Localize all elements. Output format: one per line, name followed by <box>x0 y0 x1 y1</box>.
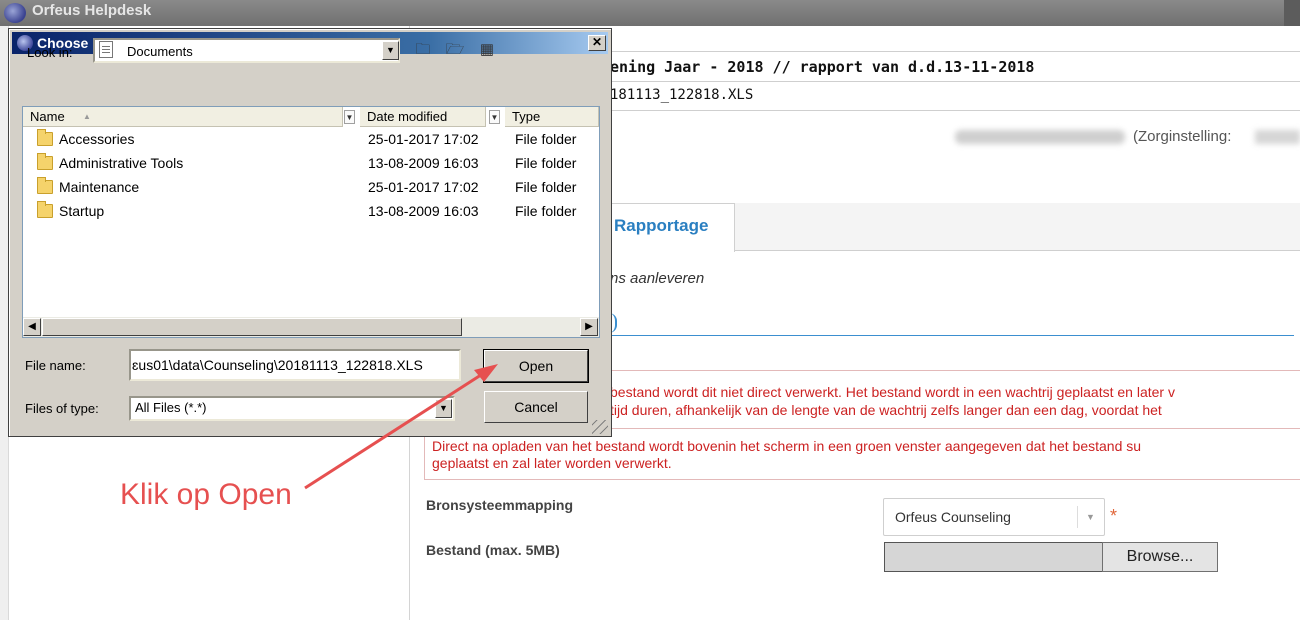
notice-line-1: bestand wordt dit niet direct verwerkt. … <box>610 384 1175 400</box>
folder-icon <box>37 201 53 218</box>
file-name[interactable]: Maintenance <box>59 179 139 195</box>
file-name[interactable]: Accessories <box>59 131 134 147</box>
file-type: File folder <box>515 155 577 171</box>
file-type: File folder <box>515 131 577 147</box>
file-modified: 13-08-2009 16:03 <box>368 203 479 219</box>
chevron-down-icon[interactable]: ▼ <box>1086 512 1095 522</box>
file-name[interactable]: Startup <box>59 203 104 219</box>
report-divider <box>597 81 1300 82</box>
column-date-modified[interactable]: Date modified <box>360 107 486 127</box>
file-name-value[interactable]: ɛus01\data\Counseling\20181113_122818.XL… <box>132 357 458 373</box>
open-button[interactable]: Open <box>483 349 589 383</box>
mapping-select-value[interactable]: Orfeus Counseling <box>895 509 1011 525</box>
column-name[interactable]: Name <box>23 107 343 127</box>
sort-up-icon: ▲ <box>83 112 91 121</box>
organisation-label: (Zorginstelling: <box>1133 128 1232 145</box>
look-in-value[interactable]: Documents <box>127 44 193 59</box>
notice-line-4: geplaatst en zal later worden verwerkt. <box>432 455 672 471</box>
column-date-filter-icon[interactable]: ▼ <box>489 110 500 124</box>
file-type: File folder <box>515 179 577 195</box>
tab-rapportage-label[interactable]: Rapportage <box>614 216 708 236</box>
folder-icon <box>37 177 53 194</box>
titlebar-strip <box>1284 0 1300 26</box>
file-row[interactable]: Startup 13-08-2009 16:03 File folder <box>23 200 599 224</box>
files-of-type-label: Files of type: <box>25 401 99 416</box>
organisation-redacted <box>1255 130 1300 144</box>
look-in-label: Look in: <box>27 45 73 60</box>
scroll-right-icon[interactable]: ▶ <box>580 318 598 336</box>
folder-icon <box>37 153 53 170</box>
column-name-filter-icon[interactable]: ▼ <box>344 110 355 124</box>
file-row[interactable]: Accessories 25-01-2017 17:02 File folder <box>23 128 599 152</box>
annotation-text: Klik op Open <box>120 478 292 511</box>
files-of-type-value[interactable]: All Files (*.*) <box>135 400 207 415</box>
new-folder-icon[interactable]: 🗁 <box>444 40 466 60</box>
file-name-label: File name: <box>25 358 86 373</box>
report-title: ening Jaar - 2018 // rapport van d.d.13-… <box>610 58 1035 76</box>
scroll-left-icon[interactable]: ◀ <box>23 318 41 336</box>
scrollbar-thumb[interactable] <box>42 318 462 336</box>
notice-line-3: Direct na opladen van het bestand wordt … <box>432 438 1142 454</box>
file-type: File folder <box>515 203 577 219</box>
file-modified: 13-08-2009 16:03 <box>368 155 479 171</box>
file-label: Bestand (max. 5MB) <box>426 542 560 558</box>
document-icon <box>99 41 113 58</box>
view-menu-icon[interactable]: ▦ <box>476 40 498 60</box>
app-logo-icon <box>4 3 26 23</box>
file-modified: 25-01-2017 17:02 <box>368 131 479 147</box>
up-folder-icon[interactable]: 🗀 <box>412 40 434 60</box>
section-divider <box>598 335 1294 336</box>
browse-button[interactable]: Browse... <box>1102 542 1218 572</box>
close-icon[interactable]: ✕ <box>588 35 606 51</box>
folder-icon <box>37 129 53 146</box>
column-type[interactable]: Type <box>505 107 599 127</box>
file-row[interactable]: Administrative Tools 13-08-2009 16:03 Fi… <box>23 152 599 176</box>
file-modified: 25-01-2017 17:02 <box>368 179 479 195</box>
select-separator <box>1077 506 1078 528</box>
report-filename: 181113_122818.XLS <box>610 87 754 103</box>
section-subtitle: ns aanleveren <box>610 270 705 287</box>
user-name-redacted <box>955 130 1125 144</box>
mapping-label: Bronsysteemmapping <box>426 497 574 513</box>
files-of-type-dropdown-button[interactable]: ▼ <box>435 399 452 418</box>
app-title: Orfeus Helpdesk <box>32 2 152 19</box>
cancel-button[interactable]: Cancel <box>484 391 588 423</box>
file-row[interactable]: Maintenance 25-01-2017 17:02 File folder <box>23 176 599 200</box>
look-in-dropdown-button[interactable]: ▼ <box>382 41 399 60</box>
notice-line-2: tijd duren, afhankelijk van de lengte va… <box>610 402 1162 418</box>
resize-grip-icon[interactable] <box>592 420 608 434</box>
app-titlebar: Orfeus Helpdesk <box>0 0 1300 26</box>
file-path-field[interactable] <box>884 542 1102 572</box>
file-name[interactable]: Administrative Tools <box>59 155 183 171</box>
required-marker: * <box>1110 506 1118 526</box>
